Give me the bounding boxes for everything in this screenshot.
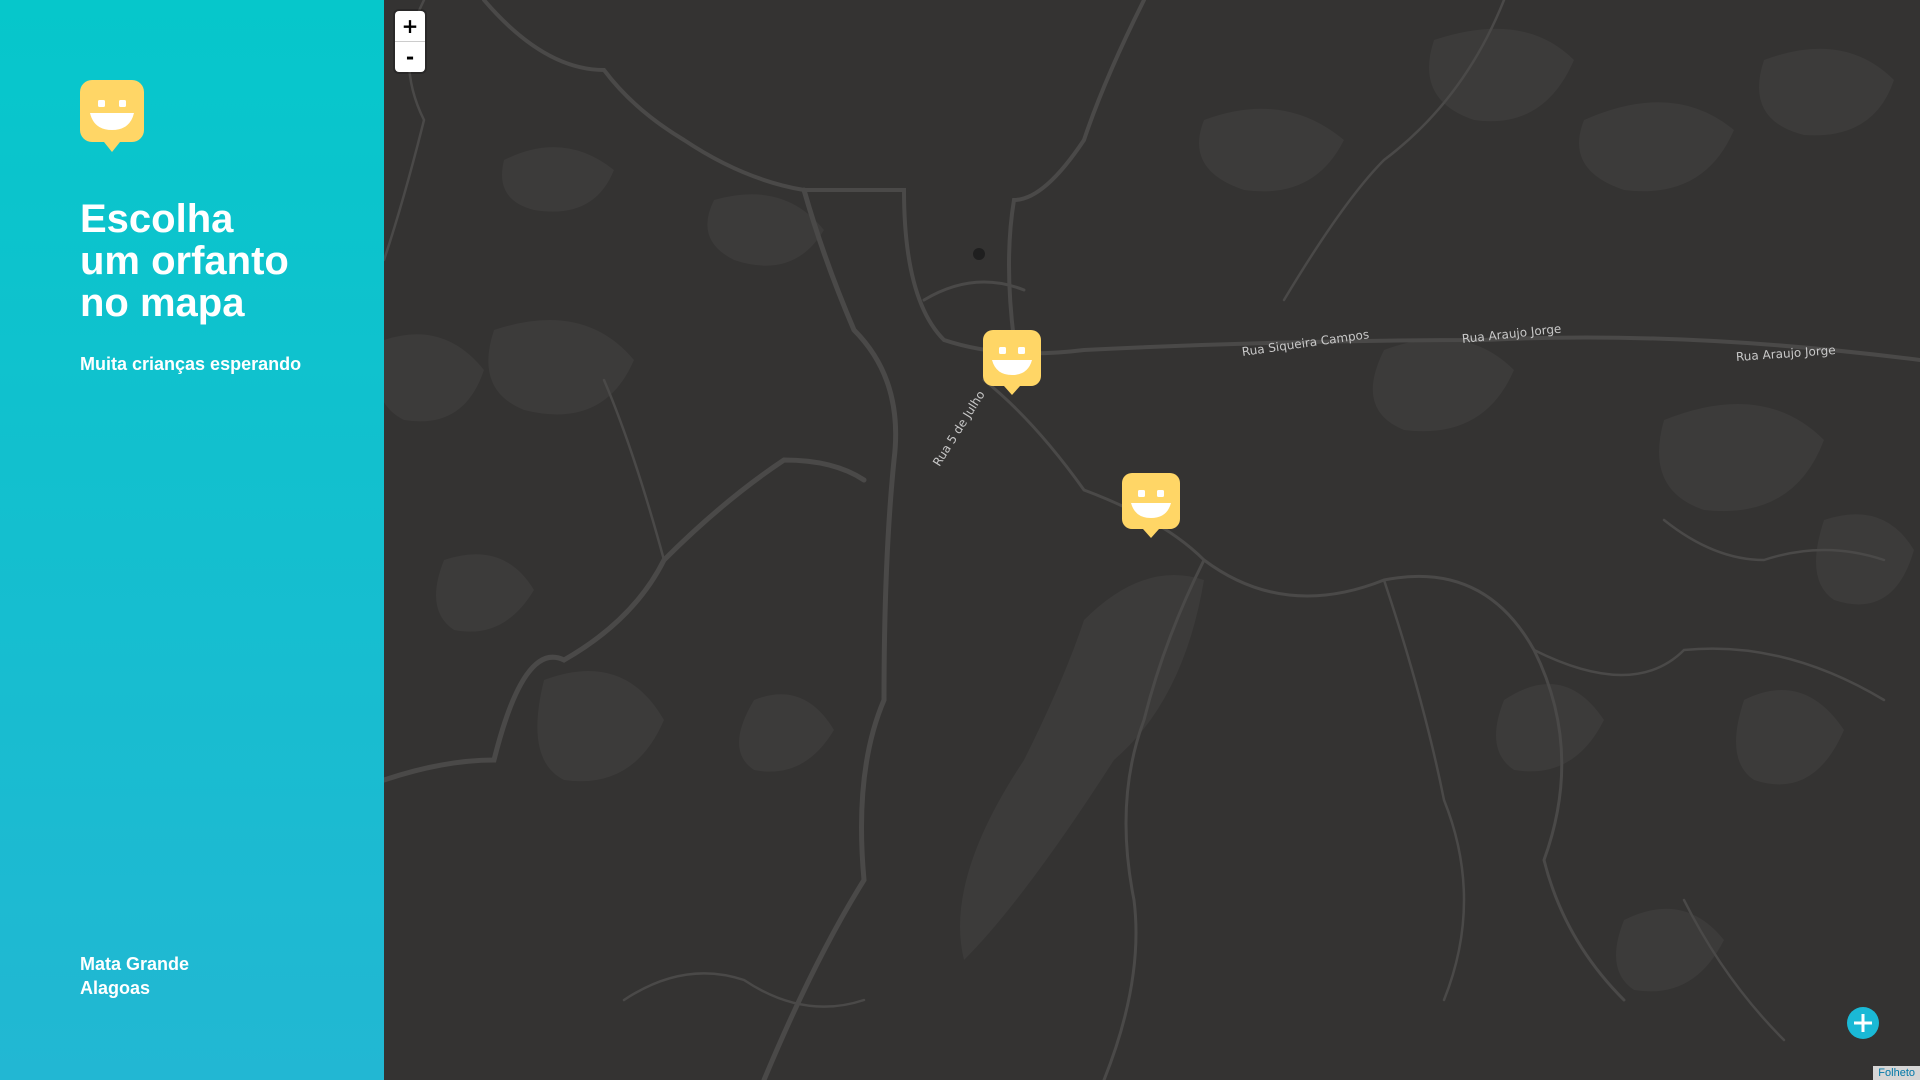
- plus-icon: [1854, 1014, 1872, 1032]
- add-button[interactable]: [1847, 1007, 1879, 1039]
- smiley-marker-icon: [1122, 473, 1180, 538]
- headline-line-2: um orfanto: [80, 239, 289, 283]
- zoom-out-button[interactable]: -: [395, 41, 425, 72]
- location-state: Alagoas: [80, 978, 151, 998]
- headline: Escolha um orfanto no mapa: [80, 198, 360, 324]
- map-attribution-link[interactable]: Folheto: [1873, 1066, 1920, 1080]
- location-city: Mata Grande: [80, 954, 190, 974]
- orphan-map-marker[interactable]: [1122, 473, 1180, 539]
- pond: [973, 248, 985, 260]
- app: Escolha um orfanto no mapa Muita criança…: [0, 0, 1920, 1080]
- smiley-logo-icon: [80, 80, 144, 154]
- location: Mata Grande Alagoas: [80, 952, 189, 1000]
- smiley-marker-icon: [983, 330, 1041, 395]
- headline-line-1: Escolha: [80, 197, 234, 241]
- map-basemap: [384, 0, 1920, 1080]
- orphan-map-marker[interactable]: [983, 330, 1041, 396]
- zoom-control: + -: [395, 11, 425, 72]
- sidebar: Escolha um orfanto no mapa Muita criança…: [0, 0, 384, 1080]
- subtitle: Muita crianças esperando: [80, 354, 302, 374]
- map[interactable]: Rua Siqueira Campos Rua Araujo Jorge Rua…: [384, 0, 1920, 1080]
- headline-line-3: no mapa: [80, 281, 245, 325]
- zoom-in-button[interactable]: +: [395, 11, 425, 41]
